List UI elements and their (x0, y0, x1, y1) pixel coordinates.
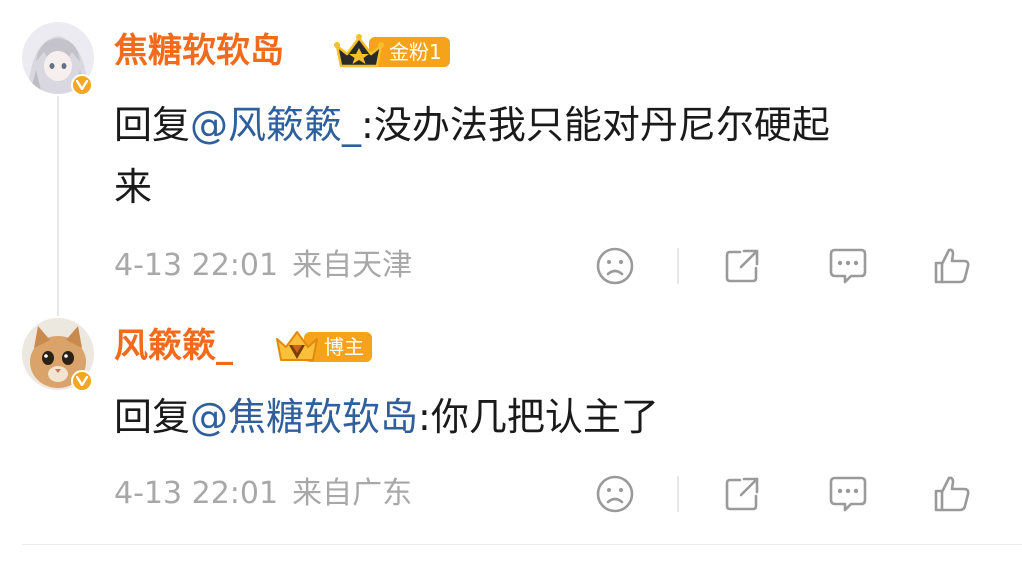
author-badge[interactable]: 博主 (274, 327, 372, 367)
comment-body-line1: :没办法我只能对丹尼尔硬起 (361, 103, 830, 147)
comment-icon (829, 248, 867, 284)
dislike-button[interactable] (592, 243, 638, 289)
action-divider (677, 248, 679, 284)
thumbs-up-icon (934, 248, 970, 284)
username[interactable]: 风簌簌_ (114, 329, 233, 363)
sad-face-icon (596, 247, 634, 285)
fan-rank-badge[interactable]: 金粉1 (333, 32, 450, 72)
mention-link[interactable]: @焦糖软软岛 (190, 395, 418, 439)
share-button[interactable] (719, 243, 765, 289)
location: 来自天津 (292, 248, 413, 283)
thumbs-up-icon (934, 476, 970, 512)
username[interactable]: 焦糖软软岛 (114, 34, 284, 68)
mention-link[interactable]: @风簌簌_ (190, 103, 361, 147)
share-icon (725, 477, 759, 511)
comment-button[interactable] (825, 243, 871, 289)
crown-diamond-icon (276, 331, 318, 361)
comment-body-line2: 来 (114, 165, 153, 209)
location: 来自广东 (292, 476, 413, 511)
sad-face-icon (596, 475, 634, 513)
comment-icon (829, 476, 867, 512)
action-divider (677, 476, 679, 512)
timestamp: 4-13 22:01 (114, 248, 279, 283)
crown-icon (334, 34, 384, 68)
comment-text: 回复@焦糖软软岛:你几把认主了 (114, 386, 659, 448)
reply-prefix: 回复 (114, 103, 191, 147)
comment-button[interactable] (825, 471, 871, 517)
bottom-separator (22, 544, 1022, 545)
timestamp: 4-13 22:01 (114, 476, 279, 511)
comment-body-line1: :你几把认主了 (418, 395, 659, 439)
like-button[interactable] (929, 243, 975, 289)
comment-text: 回复@风簌簌_:没办法我只能对丹尼尔硬起 (114, 94, 830, 156)
verified-badge-icon (71, 74, 93, 96)
share-icon (725, 249, 759, 283)
dislike-button[interactable] (592, 471, 638, 517)
share-button[interactable] (719, 471, 765, 517)
verified-badge-icon (71, 370, 93, 392)
like-button[interactable] (929, 471, 975, 517)
thread-line (57, 96, 59, 316)
comment-meta: 4-13 22:01 来自天津 (114, 251, 412, 281)
reply-prefix: 回复 (114, 395, 191, 439)
comment-meta: 4-13 22:01 来自广东 (114, 479, 412, 509)
